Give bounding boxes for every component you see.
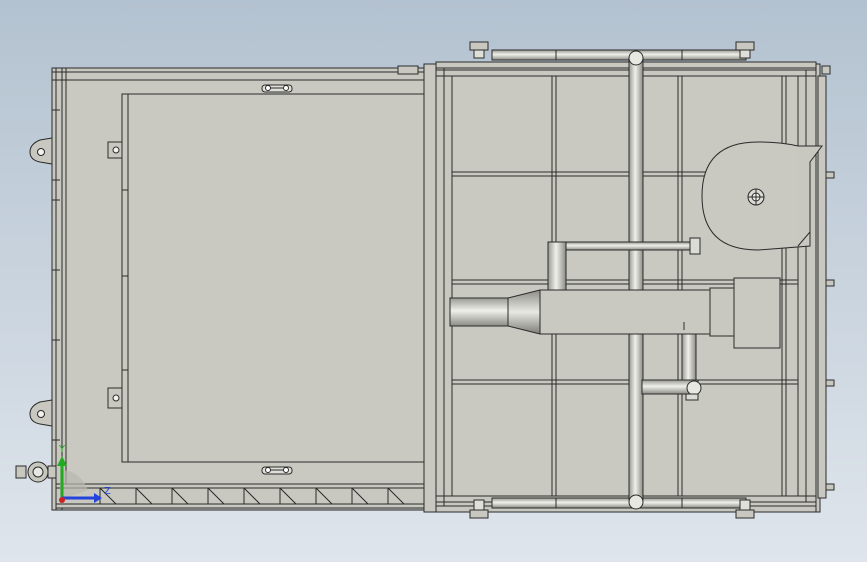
vertical-main-pipe (628, 50, 644, 510)
assembly-drawing: Y Z (0, 0, 867, 562)
top-manifold-pipe (491, 49, 747, 61)
latch-bottom (261, 466, 293, 475)
latch-top (261, 84, 293, 93)
bottom-manifold-pipe (491, 497, 747, 509)
triad-z-label: Z (104, 486, 111, 497)
inner-panel (107, 93, 429, 463)
triad-y-label: Y (58, 444, 66, 455)
cad-viewport[interactable]: Y Z (0, 0, 867, 562)
blower-housing (701, 141, 823, 251)
assembly-top-view (15, 41, 835, 519)
bottom-lattice-rail (55, 483, 425, 509)
